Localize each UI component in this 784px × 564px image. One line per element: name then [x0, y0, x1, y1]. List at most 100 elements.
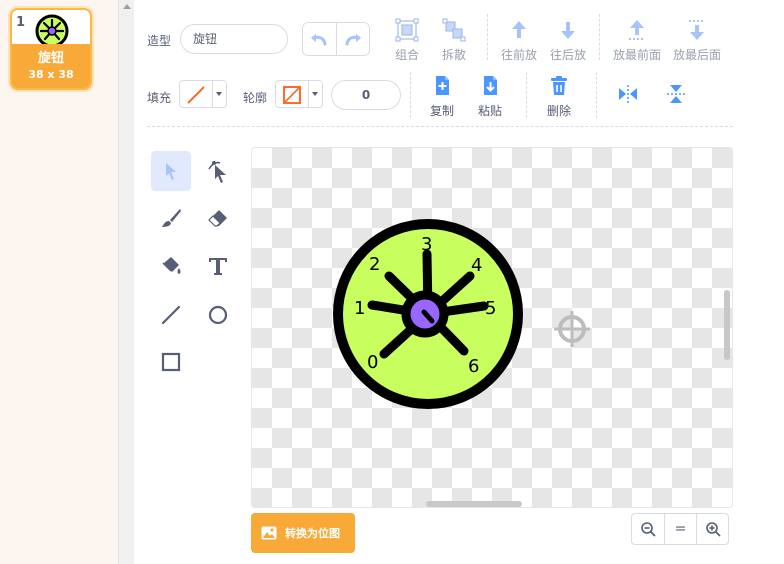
costume-caption: 旋钮 38 x 38	[12, 44, 90, 88]
select-tool[interactable]	[151, 151, 191, 191]
costume-name: 旋钮	[37, 51, 64, 66]
ungroup-label: 拆散	[441, 48, 466, 62]
fill-color-picker[interactable]	[179, 80, 227, 108]
bring-to-front-label: 放最前面	[612, 48, 661, 62]
paste-icon	[484, 76, 497, 95]
trash-icon	[551, 76, 567, 95]
outline-dropdown-icon[interactable]	[308, 81, 322, 107]
outline-width-input[interactable]: 0	[331, 80, 401, 110]
dial-number-3: 3	[421, 234, 432, 255]
bring-to-front-button[interactable]: 放最前面	[606, 18, 668, 63]
copy-label: 复制	[429, 104, 454, 118]
circle-icon	[208, 305, 228, 325]
zoom-reset-button[interactable]: =	[664, 514, 696, 544]
zoom-in-button[interactable]	[696, 514, 728, 544]
arrow-up-icon	[512, 21, 526, 38]
costume-list: 1 旋钮 38 x 38	[0, 0, 118, 564]
delete-label: 删除	[546, 104, 571, 118]
fill-label: 填充	[147, 91, 172, 105]
group-label: 组合	[394, 48, 419, 62]
toolbar-divider	[596, 72, 597, 118]
rectangle-tool[interactable]	[151, 342, 191, 382]
dial-number-0: 0	[367, 352, 378, 373]
backward-label: 往后放	[549, 48, 586, 62]
costume-number: 1	[16, 15, 26, 30]
flip-horizontal-icon	[619, 85, 637, 103]
toolbar-divider	[599, 14, 600, 60]
forward-label: 往前放	[500, 48, 537, 62]
dial-drawing[interactable]: 0 1 2 3 4 5 6	[252, 148, 733, 508]
outline-swatch-icon	[283, 86, 301, 104]
zoom-in-icon	[705, 522, 721, 537]
brush-tool[interactable]	[151, 198, 191, 238]
paint-editor-screen: 1 旋钮 38 x 38 造型 旋钮 组合 拆散 往前放 往后放 放最前面 放最…	[0, 0, 784, 564]
text-icon	[209, 258, 227, 275]
costume-name-input[interactable]: 旋钮	[180, 24, 288, 54]
eraser-icon	[208, 210, 227, 227]
arrow-down-icon	[561, 22, 575, 39]
canvas-horizontal-scrollbar[interactable]	[426, 501, 522, 507]
image-icon	[261, 526, 277, 540]
fill-swatch-icon	[187, 86, 205, 104]
fill-tool[interactable]	[151, 246, 191, 286]
reshape-tool[interactable]	[198, 151, 238, 191]
costume-label: 造型	[147, 34, 172, 48]
scroll-up-arrow-icon[interactable]	[123, 4, 131, 9]
copy-icon	[436, 76, 449, 95]
costume-list-scrollbar[interactable]	[118, 0, 134, 564]
costume-item[interactable]: 1 旋钮 38 x 38	[10, 8, 92, 90]
undo-button[interactable]	[303, 23, 336, 55]
group-button[interactable]: 组合	[381, 18, 433, 63]
dial-number-2: 2	[369, 254, 380, 275]
forward-button[interactable]: 往前放	[493, 18, 545, 63]
send-to-back-button[interactable]: 放最后面	[666, 18, 728, 63]
convert-to-bitmap-button[interactable]: 转换为位图	[251, 513, 355, 553]
undo-redo-group	[302, 22, 370, 56]
line-tool[interactable]	[151, 295, 191, 335]
line-icon	[161, 305, 181, 325]
ungroup-button[interactable]: 拆散	[428, 18, 480, 63]
flip-horizontal-button[interactable]	[602, 82, 654, 106]
redo-button[interactable]	[335, 23, 369, 55]
arrow-cursor-icon	[166, 163, 176, 180]
convert-to-bitmap-label: 转换为位图	[285, 527, 340, 540]
brush-icon	[162, 209, 181, 227]
paste-button[interactable]: 粘贴	[464, 74, 516, 119]
drawing-canvas[interactable]: 0 1 2 3 4 5 6	[251, 147, 733, 508]
outline-color-picker[interactable]	[275, 80, 323, 108]
dial-number-5: 5	[485, 298, 496, 319]
circle-tool[interactable]	[198, 295, 238, 335]
rotation-center-icon[interactable]	[554, 311, 590, 347]
redo-icon	[345, 34, 361, 46]
dial-number-1: 1	[354, 298, 365, 319]
toolbar-separator	[147, 126, 733, 127]
delete-button[interactable]: 删除	[533, 74, 585, 119]
paste-label: 粘贴	[477, 104, 502, 118]
ungroup-icon	[442, 18, 466, 42]
dial-number-4: 4	[471, 255, 482, 276]
outline-label: 轮廓	[243, 91, 268, 105]
send-to-back-label: 放最后面	[672, 48, 721, 62]
toolbar-divider	[526, 72, 527, 118]
reshape-cursor-icon	[208, 161, 226, 183]
group-icon	[395, 18, 419, 42]
copy-button[interactable]: 复制	[416, 74, 468, 119]
rectangle-icon	[161, 352, 181, 372]
zoom-out-button[interactable]	[632, 514, 664, 544]
zoom-controls: =	[631, 513, 729, 545]
dial-number-6: 6	[468, 356, 479, 377]
costume-size: 38 x 38	[28, 68, 74, 81]
paint-bucket-icon	[162, 257, 181, 274]
eraser-tool[interactable]	[198, 198, 238, 238]
toolbar-divider	[410, 72, 411, 118]
text-tool[interactable]	[198, 246, 238, 286]
canvas-vertical-scrollbar[interactable]	[724, 290, 730, 360]
undo-icon	[311, 34, 327, 46]
zoom-out-icon	[641, 522, 656, 537]
bring-to-front-icon	[629, 20, 645, 40]
flip-vertical-icon	[667, 85, 685, 103]
flip-vertical-button[interactable]	[650, 82, 702, 106]
backward-button[interactable]: 往后放	[542, 18, 594, 63]
fill-dropdown-icon[interactable]	[212, 81, 226, 107]
send-to-back-icon	[689, 20, 705, 40]
